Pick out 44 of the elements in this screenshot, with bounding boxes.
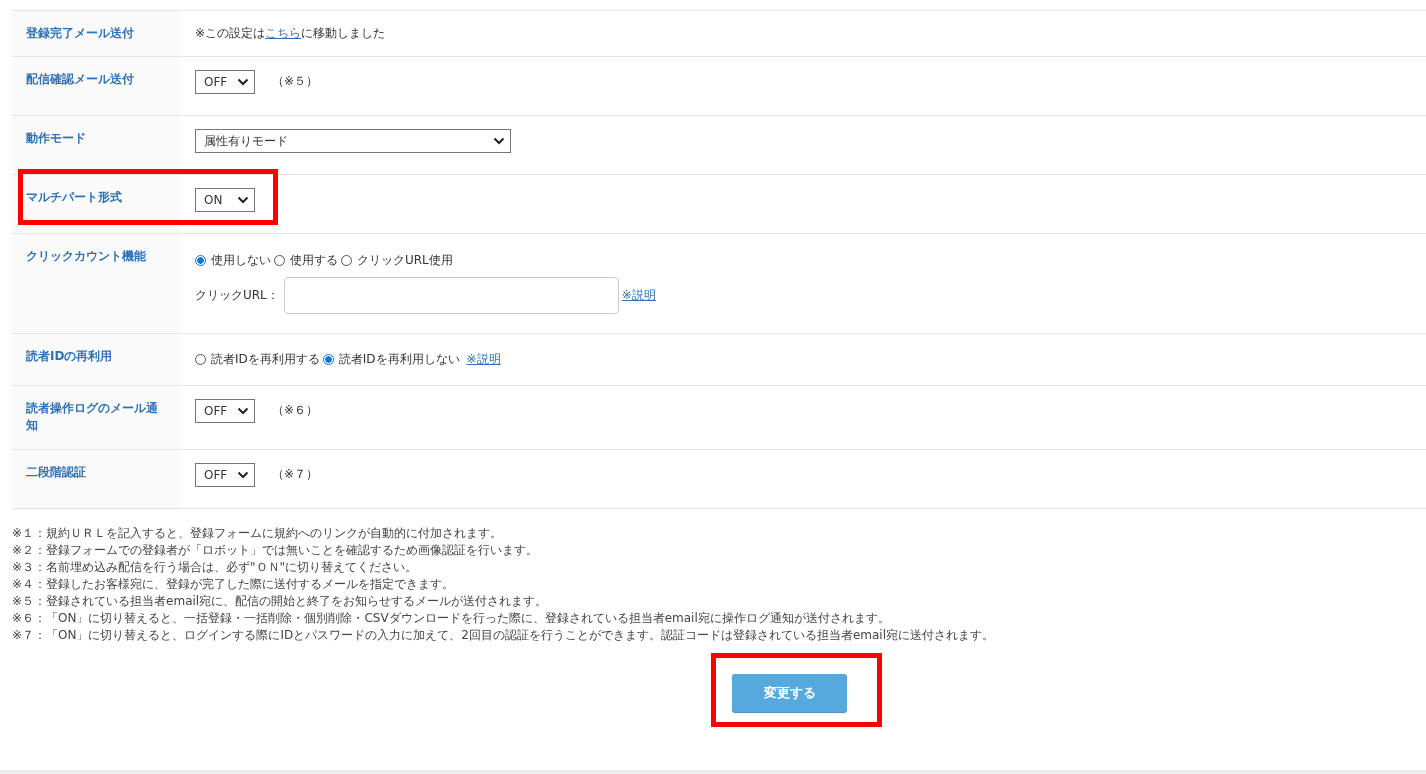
explanation-link[interactable]: ※説明 <box>466 351 501 368</box>
link[interactable]: こちら <box>265 26 302 40</box>
radio-label: 読者IDを再利用しない <box>338 351 460 368</box>
footnote: ※６：「ON」に切り替えると、一括登録・一括削除・個別削除・CSVダウンロードを行った際に、登録されている担当者email宛に操作ログ通知が送付されます。 <box>12 610 891 627</box>
setting-label: 読者操作ログのメール通知 <box>26 400 159 434</box>
setting-label: 配信確認メール送付 <box>26 71 135 88</box>
footnote-ref: （※６） <box>272 402 319 419</box>
radio-button[interactable] <box>195 255 206 266</box>
radio-button[interactable] <box>341 255 352 266</box>
setting-text: ※この設定はこちら に移動しました <box>195 26 386 40</box>
setting-label: クリックカウント機能 <box>26 248 147 265</box>
footnote: ※１：規約ＵＲＬを記入すると、登録フォームに規約へのリンクが自動的に付加されます。 <box>12 525 504 542</box>
dropdown[interactable]: ON <box>195 188 255 212</box>
setting-label: マルチパート形式 <box>26 189 123 206</box>
radio-button[interactable] <box>195 354 206 365</box>
field-label: クリックURL： <box>195 287 279 304</box>
dropdown[interactable]: OFF <box>195 463 255 487</box>
setting-label: 登録完了メール送付 <box>26 25 135 42</box>
footnote: ※２：登録フォームでの登録者が「ロボット」では無いことを確認するため画像認証を行います。 <box>12 542 540 559</box>
url-input-field[interactable] <box>283 277 619 314</box>
radio-label: 使用する <box>290 252 338 269</box>
chevron-down-icon <box>237 196 249 204</box>
radio-button[interactable] <box>322 354 334 365</box>
footnote-ref: （※７） <box>272 466 319 483</box>
chevron-down-icon <box>237 407 249 415</box>
dropdown[interactable]: OFF <box>195 399 255 423</box>
radio-label: 使用しない <box>211 252 271 269</box>
dropdown[interactable]: 属性有りモード <box>195 129 511 153</box>
chevron-down-icon <box>237 471 249 479</box>
footnote: ※４：登録したお客様宛に、登録が完了した際に送付するメールを指定できます。 <box>12 576 456 593</box>
setting-label: 動作モード <box>26 130 87 147</box>
radio-button[interactable] <box>274 255 285 266</box>
footnote: ※３：名前埋め込み配信を行う場合は、必ず"ＯＮ"に切り替えてください。 <box>12 559 419 576</box>
setting-label: 読者IDの再利用 <box>26 348 114 365</box>
radio-label: クリックURL使用 <box>357 252 453 269</box>
dropdown[interactable]: OFF <box>195 70 255 94</box>
chevron-down-icon <box>493 137 505 145</box>
footnote: ※７：「ON」に切り替えると、ログインする際にIDとパスワードの入力に加えて、2回目の認証を行うことができます。認証コードは登録されている担当者email宛に送付されます。 <box>12 627 995 644</box>
explanation-link[interactable]: ※説明 <box>621 287 656 304</box>
radio-label: 読者IDを再利用する <box>211 351 320 368</box>
footnote-ref: （※５） <box>272 73 319 90</box>
setting-label: 二段階認証 <box>26 464 87 481</box>
footnote: ※５：登録されている担当者email宛に、配信の開始と終了をお知らせするメールが送付されます。 <box>12 593 549 610</box>
chevron-down-icon <box>237 78 249 86</box>
